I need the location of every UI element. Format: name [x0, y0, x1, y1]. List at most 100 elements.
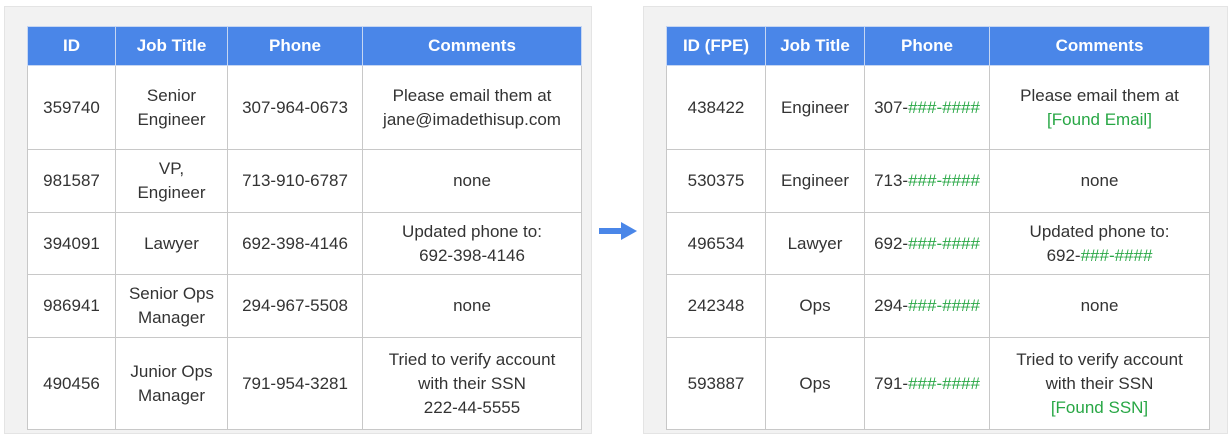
phone-prefix: 307- — [874, 97, 909, 117]
redacted-phone: ###-#### — [908, 97, 980, 117]
cell-job-title: Senior Engineer — [115, 65, 228, 150]
redacted-phone: ###-#### — [908, 171, 980, 190]
cell-phone: 791-###-#### — [864, 337, 990, 430]
header-comments: Comments — [989, 26, 1210, 66]
cell-job-title: Junior Ops Manager — [115, 337, 228, 430]
cell-comments: none — [362, 274, 582, 338]
redacted-ssn-label: [Found SSN] — [1050, 397, 1149, 417]
cell-phone: 713-910-6787 — [227, 149, 363, 213]
cell-id: 359740 — [27, 65, 116, 150]
phone-prefix: 713- — [874, 171, 909, 190]
cell-comments: Please email them at jane@imadethisup.com — [362, 65, 582, 150]
redacted-phone: ###-#### — [908, 373, 980, 393]
cell-job-title: Lawyer — [115, 212, 228, 275]
cell-line: with their SSN — [418, 373, 526, 393]
cell-line: none — [453, 171, 491, 190]
cell-line: Junior Ops — [130, 361, 213, 381]
header-comments: Comments — [362, 26, 582, 66]
cell-line: Manager — [137, 385, 206, 405]
table-row: 359740 Senior Engineer 307-964-0673 Pleas… — [27, 65, 582, 150]
cell-comments: Updated phone to: 692-398-4146 — [362, 212, 582, 275]
cell-comments: Please email them at [Found Email] — [989, 65, 1210, 150]
cell-line: none — [453, 296, 491, 315]
encrypted-table-header-row: ID (FPE) Job Title Phone Comments — [666, 26, 1210, 66]
cell-comments: Updated phone to: 692-###-#### — [989, 212, 1210, 275]
cell-job-title: VP, Engineer — [115, 149, 228, 213]
cell-line: Updated phone to: — [402, 221, 542, 241]
cell-line: Tried to verify account — [1016, 349, 1183, 369]
cell-job-title: Ops — [765, 274, 865, 338]
table-row: 242348 Ops 294-###-#### none — [666, 274, 1210, 338]
cell-job-title: Engineer — [765, 65, 865, 150]
cell-line: VP, — [158, 159, 185, 178]
cell-phone: 307-###-#### — [864, 65, 990, 150]
cell-line: Engineer — [137, 183, 206, 202]
cell-id: 394091 — [27, 212, 116, 275]
original-table-panel: ID Job Title Phone Comments 359740 Senio… — [4, 6, 592, 434]
cell-line: Updated phone to: — [1029, 221, 1170, 241]
header-phone: Phone — [864, 26, 990, 66]
encrypted-table-panel: ID (FPE) Job Title Phone Comments 438422… — [643, 6, 1228, 434]
cell-phone: 307-964-0673 — [227, 65, 363, 150]
cell-phone: 294-###-#### — [864, 274, 990, 338]
phone-prefix: 791- — [874, 373, 909, 393]
cell-id: 496534 — [666, 212, 766, 275]
cell-line: Manager — [137, 308, 206, 327]
cell-line: Please email them at — [1020, 85, 1179, 105]
header-id: ID — [27, 26, 116, 66]
cell-comments: none — [989, 274, 1210, 338]
encrypted-data-table: ID (FPE) Job Title Phone Comments 438422… — [666, 26, 1210, 430]
header-phone: Phone — [227, 26, 363, 66]
redacted-email-label: [Found Email] — [1047, 109, 1152, 129]
cell-line: none — [1080, 296, 1119, 315]
header-id-fpe: ID (FPE) — [666, 26, 766, 66]
redacted-phone: ###-#### — [1080, 245, 1153, 265]
cell-line: Tried to verify account — [388, 349, 556, 369]
table-row: 438422 Engineer 307-###-#### Please emai… — [666, 65, 1210, 150]
cell-id: 593887 — [666, 337, 766, 430]
cell-id: 242348 — [666, 274, 766, 338]
cell-comments: none — [362, 149, 582, 213]
phone-prefix: 294- — [874, 296, 909, 315]
cell-phone: 294-967-5508 — [227, 274, 363, 338]
cell-line: with their SSN — [1045, 373, 1154, 393]
cell-comments: Tried to verify account with their SSN [Fo… — [989, 337, 1210, 430]
cell-job-title: Ops — [765, 337, 865, 430]
table-row: 981587 VP, Engineer 713-910-6787 none — [27, 149, 582, 213]
original-data-table: ID Job Title Phone Comments 359740 Senio… — [27, 26, 582, 430]
cell-id: 490456 — [27, 337, 116, 430]
header-job-title: Job Title — [765, 26, 865, 66]
table-row: 986941 Senior Ops Manager 294-967-5508 no… — [27, 274, 582, 338]
cell-comments: Tried to verify account with their SSN 222… — [362, 337, 582, 430]
cell-id: 530375 — [666, 149, 766, 213]
cell-phone: 692-398-4146 — [227, 212, 363, 275]
cell-job-title: Senior Ops Manager — [115, 274, 228, 338]
cell-phone: 692-###-#### — [864, 212, 990, 275]
redacted-phone: ###-#### — [908, 233, 980, 253]
cell-phone: 713-###-#### — [864, 149, 990, 213]
table-row: 530375 Engineer 713-###-#### none — [666, 149, 1210, 213]
table-row: 490456 Junior Ops Manager 791-954-3281 Tr… — [27, 337, 582, 430]
redacted-phone: ###-#### — [908, 296, 980, 315]
cell-id: 981587 — [27, 149, 116, 213]
header-job-title: Job Title — [115, 26, 228, 66]
table-row: 496534 Lawyer 692-###-#### Updated phone… — [666, 212, 1210, 275]
cell-line: 692-398-4146 — [419, 245, 525, 265]
phone-prefix: 692- — [874, 233, 909, 253]
table-row: 593887 Ops 791-###-#### Tried to verify … — [666, 337, 1210, 430]
cell-line: Please email them at — [392, 85, 552, 105]
phone-prefix: 692- — [1046, 245, 1081, 265]
cell-phone: 791-954-3281 — [227, 337, 363, 430]
cell-id: 986941 — [27, 274, 116, 338]
cell-line: Engineer — [137, 109, 206, 129]
cell-job-title: Lawyer — [765, 212, 865, 275]
original-table-header-row: ID Job Title Phone Comments — [27, 26, 582, 66]
table-row: 394091 Lawyer 692-398-4146 Updated phone… — [27, 212, 582, 275]
cell-comments: none — [989, 149, 1210, 213]
cell-id: 438422 — [666, 65, 766, 150]
cell-line: Senior Ops — [128, 284, 215, 303]
right-arrow-icon — [599, 222, 637, 240]
cell-line: Senior — [146, 85, 197, 105]
cell-line: jane@imadethisup.com — [383, 109, 561, 129]
cell-line: Lawyer — [144, 233, 199, 253]
